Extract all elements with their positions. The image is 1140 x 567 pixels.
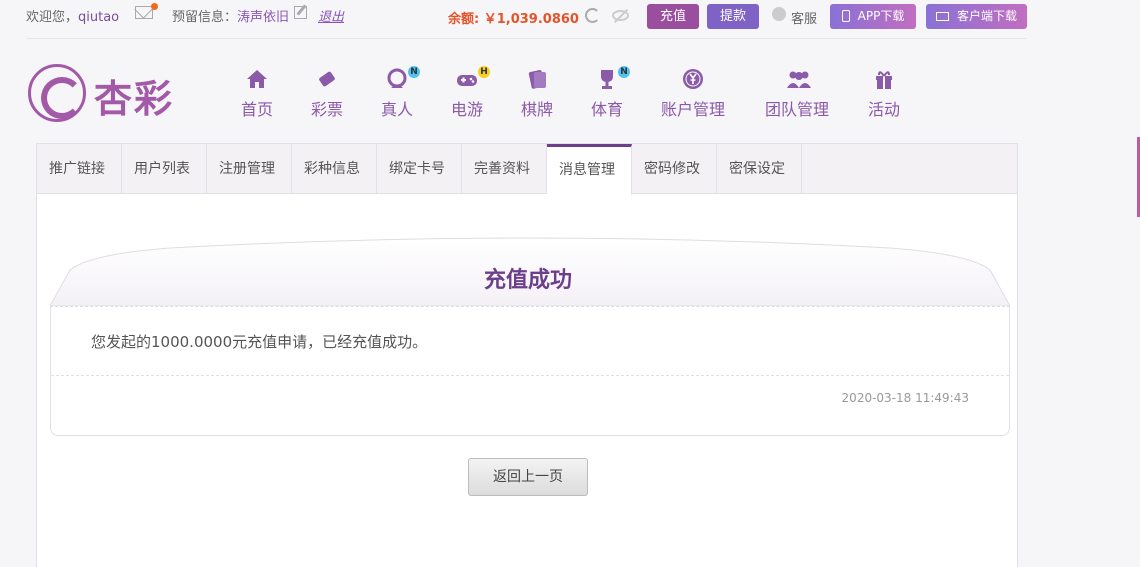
monitor-icon bbox=[935, 12, 949, 21]
back-button[interactable]: 返回上一页 bbox=[468, 458, 588, 496]
team-icon bbox=[786, 68, 811, 90]
site-logo[interactable]: 杏彩 bbox=[28, 62, 188, 124]
tab-promo-link[interactable]: 推广链接 bbox=[37, 144, 122, 194]
nav-item-account[interactable]: 账户管理 bbox=[659, 68, 727, 120]
yen-coin-icon bbox=[682, 68, 704, 90]
ticket-icon bbox=[316, 68, 338, 90]
nav-item-lottery[interactable]: 彩票 bbox=[308, 68, 346, 120]
unread-dot-icon bbox=[151, 3, 158, 10]
tab-registration[interactable]: 注册管理 bbox=[207, 144, 292, 194]
reserve-value: 涛声依旧 bbox=[237, 10, 290, 25]
new-badge: N bbox=[408, 66, 420, 78]
gamepad-icon: H bbox=[456, 66, 490, 90]
nav-item-team[interactable]: 团队管理 bbox=[763, 68, 831, 120]
mail-icon[interactable] bbox=[135, 6, 153, 19]
message-title: 充值成功 bbox=[483, 268, 572, 293]
customer-service-link[interactable]: 客服 bbox=[791, 8, 817, 27]
tab-password[interactable]: 密码修改 bbox=[632, 144, 717, 194]
home-icon bbox=[246, 68, 268, 90]
message-divider bbox=[51, 375, 1009, 376]
logout-link[interactable]: 退出 bbox=[318, 6, 344, 25]
edit-icon[interactable] bbox=[294, 6, 307, 19]
nav-item-home[interactable]: 首页 bbox=[238, 68, 276, 120]
top-divider bbox=[26, 38, 1026, 39]
logo-text: 杏彩 bbox=[94, 76, 175, 121]
nav-item-chess[interactable]: 棋牌 bbox=[518, 68, 556, 120]
tab-messages[interactable]: 消息管理 bbox=[547, 144, 632, 195]
app-download-button[interactable]: APP下载 bbox=[830, 4, 916, 29]
client-download-button[interactable]: 客户端下载 bbox=[926, 4, 1027, 29]
username: qiutao bbox=[78, 10, 120, 25]
tab-user-list[interactable]: 用户列表 bbox=[122, 144, 207, 194]
message-timestamp: 2020-03-18 11:49:43 bbox=[841, 391, 969, 405]
refresh-icon[interactable] bbox=[585, 8, 600, 23]
gift-icon bbox=[873, 68, 895, 90]
nav-item-promotions[interactable]: 活动 bbox=[866, 68, 902, 120]
tab-bind-card[interactable]: 绑定卡号 bbox=[377, 144, 462, 194]
message-body: 您发起的1000.0000元充值申请，已经充值成功。 bbox=[91, 333, 428, 351]
withdraw-button[interactable]: 提款 bbox=[707, 4, 759, 29]
hot-badge: H bbox=[478, 66, 490, 78]
nav-item-egame[interactable]: H 电游 bbox=[448, 66, 490, 120]
logo-mark-icon bbox=[28, 64, 86, 122]
hide-balance-icon[interactable] bbox=[612, 10, 629, 21]
nav-item-sports[interactable]: N 体育 bbox=[588, 66, 630, 120]
reserve-info: 预留信息：涛声依旧 bbox=[172, 10, 290, 25]
new-badge: N bbox=[618, 66, 630, 78]
phone-icon bbox=[841, 10, 850, 22]
tab-bar: 推广链接 用户列表 注册管理 彩种信息 绑定卡号 完善资料 消息管理 密码修改 … bbox=[37, 144, 1017, 195]
tab-security-question[interactable]: 密保设定 bbox=[717, 144, 802, 194]
trophy-icon: N bbox=[596, 66, 630, 90]
live-dealer-icon: N bbox=[386, 66, 420, 90]
welcome-text: 欢迎您，qiutao bbox=[26, 10, 120, 25]
top-bar: 欢迎您，qiutao 预留信息：涛声依旧 退出 余额: ￥1,039.0860 … bbox=[0, 0, 1140, 36]
balance-display: 余额: ￥1,039.0860 bbox=[448, 12, 579, 27]
tab-profile[interactable]: 完善资料 bbox=[462, 144, 547, 194]
cards-icon bbox=[526, 68, 548, 90]
nav-item-live[interactable]: N 真人 bbox=[378, 66, 420, 120]
message-card: 您发起的1000.0000元充值申请，已经充值成功。 2020-03-18 11… bbox=[50, 306, 1010, 436]
content-panel: 推广链接 用户列表 注册管理 彩种信息 绑定卡号 完善资料 消息管理 密码修改 … bbox=[36, 143, 1018, 567]
tab-lottery-info[interactable]: 彩种信息 bbox=[292, 144, 377, 194]
recharge-button[interactable]: 充值 bbox=[647, 4, 699, 29]
customer-service-icon[interactable] bbox=[772, 7, 786, 21]
